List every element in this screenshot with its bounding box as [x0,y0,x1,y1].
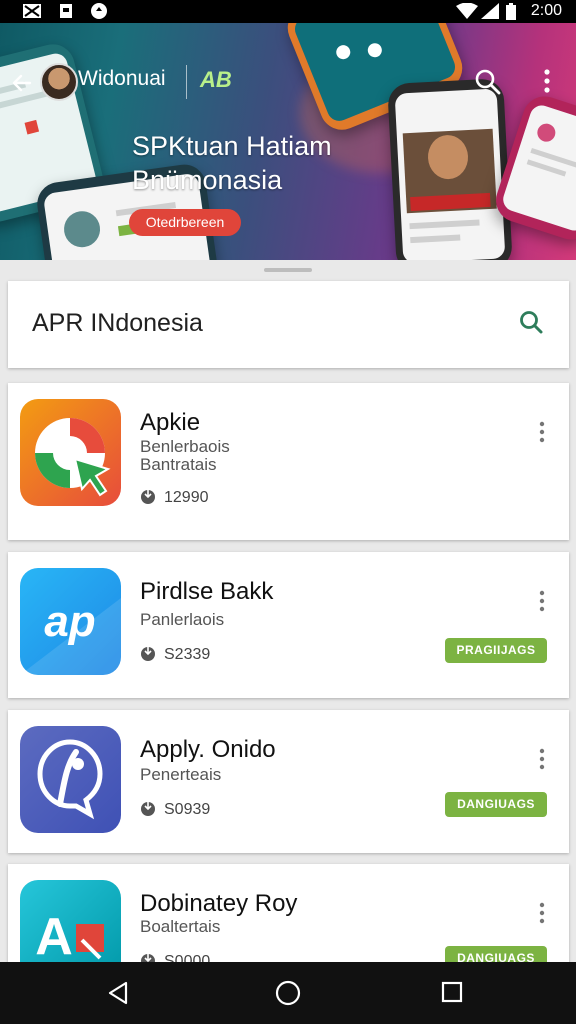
more-options-icon[interactable] [542,68,552,99]
app-developer: Panlerlaois [140,610,225,629]
search-query[interactable]: APR INdonesia [32,309,203,338]
more-options-icon[interactable] [538,421,546,448]
more-options-icon[interactable] [538,590,546,617]
download-count-value: 12990 [164,489,209,506]
hero-banner: Widonuai AB SPKtuan Hatiam Bnümonasia Ot… [0,23,576,260]
phone-screen [500,102,576,234]
search-bar[interactable]: APR INdonesia [8,281,569,368]
install-tag[interactable]: DANGIUAGS [445,792,547,817]
svg-text:A: A [35,908,73,966]
sync-icon [90,3,108,19]
app-list-item[interactable]: ap Pirdlse Bakk Panlerlaois S2339 PRAGII… [8,552,569,698]
recents-nav-icon[interactable] [441,980,463,1009]
download-count-value: S2339 [164,646,211,663]
phone-illustration-center [387,78,513,260]
avatar[interactable] [40,63,78,101]
app-list-item[interactable]: Apply. Onido Penerteais S0939 DANGIUAGS [8,710,569,853]
wifi-icon [456,3,478,19]
drag-handle[interactable] [264,268,312,272]
hero-badge[interactable]: Otedrbereen [129,209,241,236]
app-name: Apply. Onido [140,736,276,763]
app-developer: Penerteais [140,765,222,784]
download-count: S0939 [140,800,210,819]
install-tag[interactable]: PRAGIIJAGS [445,638,547,663]
search-icon[interactable] [474,68,502,101]
download-count-value: S0939 [164,801,211,818]
app-icon[interactable] [20,726,121,833]
search-icon[interactable] [518,309,546,342]
app-developer: Boaltertais [140,917,221,936]
download-icon [140,645,156,661]
download-count: S2339 [140,645,210,664]
sd-card-icon [58,3,74,19]
svg-text:ap: ap [44,597,95,646]
back-arrow-icon[interactable] [10,71,34,100]
download-icon [140,800,156,816]
brand-divider [186,65,187,99]
screenshot-icon [22,3,42,19]
download-count: 12990 [140,488,209,507]
navigation-bar [0,962,576,1024]
more-options-icon[interactable] [538,748,546,775]
brand-name: Widonuai [78,67,166,90]
app-name: Dobinatey Roy [140,890,298,917]
app-developer: Benlerbaois [140,437,230,456]
app-name: Pirdlse Bakk [140,578,274,605]
app-icon[interactable]: ap [20,568,121,675]
hero-title-line2: Bnümonasia [132,165,283,195]
phone-screen [394,88,506,260]
download-icon [140,488,156,504]
app-category: Bantratais [140,455,217,474]
battery-icon [506,2,516,20]
app-name: Apkie [140,409,201,436]
back-nav-icon[interactable] [106,980,130,1011]
home-nav-icon[interactable] [275,980,301,1011]
app-list-item[interactable]: Apkie Benlerbaois Bantratais 12990 [8,383,569,540]
brand-logo: AB [200,67,232,92]
more-options-icon[interactable] [538,902,546,929]
signal-icon [481,3,499,19]
hero-title: SPKtuan Hatiam Bnümonasia [132,129,332,197]
hero-title-line1: SPKtuan Hatiam [132,131,332,161]
status-bar: 2:00 [0,0,576,23]
app-icon[interactable] [20,399,121,506]
status-time: 2:00 [530,2,562,19]
